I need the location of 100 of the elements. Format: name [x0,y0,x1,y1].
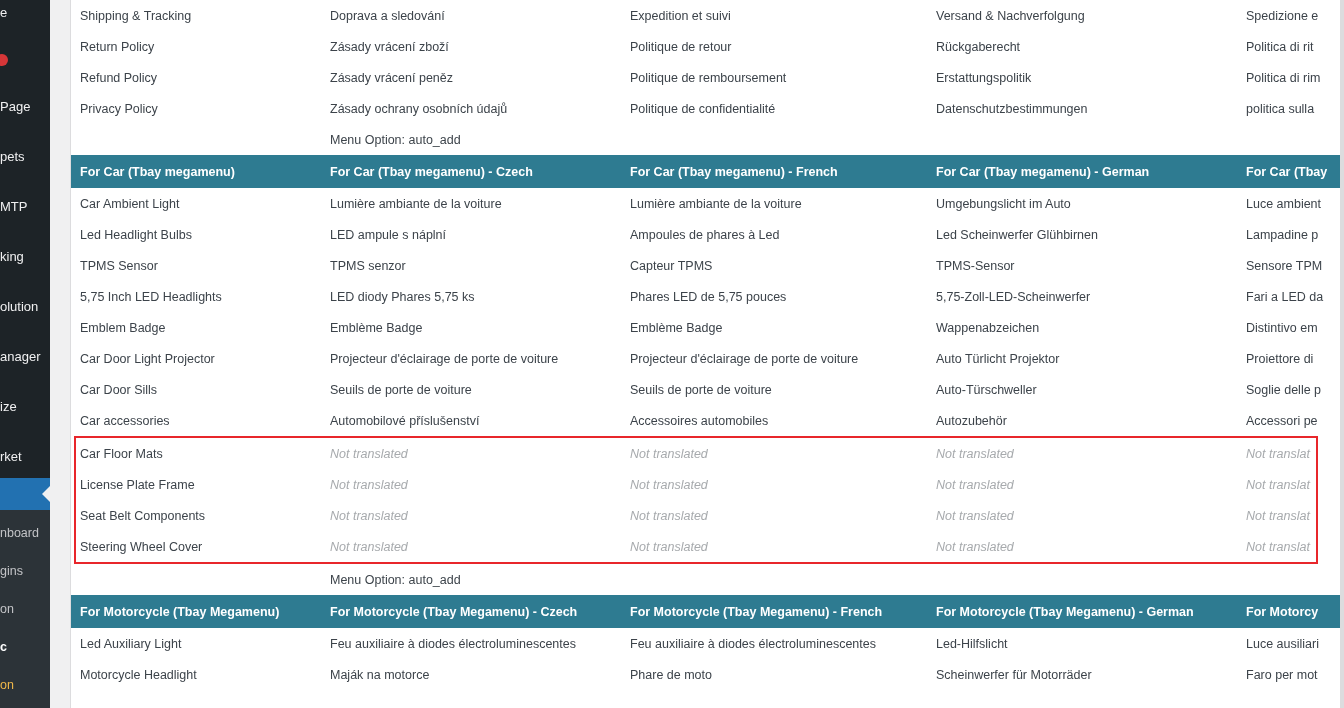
table-cell-text: Scheinwerfer für Motorräder [935,667,1093,682]
table-cell-text: Not translated [935,446,1015,461]
table-cell-text: 5,75-Zoll-LED-Scheinwerfer [935,289,1092,304]
column-heading: For Motorcycle (Tbay Megamenu) - French [629,604,884,619]
sidebar-item[interactable]: rket [0,448,50,466]
table-cell-text: Seuils de porte de voiture [329,382,473,397]
table-cell-text: Not translated [629,446,709,461]
table-cell-text: Zásady vrácení zboží [329,39,450,54]
table-cell-text: Auto-Türschweller [935,382,1038,397]
table-cell-text: Accessori pe [1245,413,1319,428]
table-cell-text: Seat Belt Components [79,508,207,523]
table-cell-text: Not translated [935,539,1015,554]
table-cell-text: Not translat [1245,508,1312,523]
table-cell-text: LED ampule s náplní [329,227,448,242]
table-cell-text: Feu auxiliaire à diodes électroluminescentes [329,636,577,651]
table-cell-text: Projecteur d'éclairage de porte de voiture [629,351,860,366]
column-heading: For Car (Tbay megamenu) [79,164,236,179]
menu-option-text: Menu Option: auto_add [329,132,462,147]
column-heading: For Motorcy [1245,604,1320,619]
table-cell-text: Car Ambient Light [79,196,181,211]
sidebar-item[interactable]: MTP [0,198,50,216]
table-cell-text: Politique de remboursement [629,70,788,85]
table-cell-text: Maják na motorce [329,667,431,682]
table-cell-text: Accessoires automobiles [629,413,770,428]
table-cell-text: Not translated [329,539,409,554]
table-cell-text: Wappenabzeichen [935,320,1041,335]
table-cell-text: Umgebungslicht im Auto [935,196,1072,211]
active-sidebar-item[interactable] [0,478,50,510]
sidebar-item[interactable]: olution [0,298,50,316]
table-cell-text: politica sulla [1245,101,1316,116]
table-cell-text: Not translated [329,477,409,492]
table-cell-text: Datenschutzbestimmungen [935,101,1089,116]
table-cell-text: Sensore TPM [1245,258,1324,273]
table-cell-text: Motorcycle Headlight [79,667,198,682]
table-cell-text: 5,75 Inch LED Headlights [79,289,223,304]
table-cell-text: Steering Wheel Cover [79,539,204,554]
sidebar-item[interactable]: pets [0,148,50,166]
table-cell-text: Politique de retour [629,39,733,54]
table-cell-text: Politica di rim [1245,70,1322,85]
submenu-item[interactable]: gins [0,564,50,578]
table-cell-text: Emblème Badge [629,320,724,335]
table-cell-text: Privacy Policy [79,101,159,116]
sidebar-item[interactable]: ize [0,398,50,416]
table-cell-text: Return Policy [79,39,156,54]
table-cell-text: Not translated [629,477,709,492]
table-cell-text: Auto Türlicht Projektor [935,351,1061,366]
table-cell-text: Projecteur d'éclairage de porte de voiture [329,351,560,366]
table-cell-text: Versand & Nachverfolgung [935,8,1086,23]
menu-option-text: Menu Option: auto_add [329,572,462,587]
table-cell-text: TPMS senzor [329,258,407,273]
table-cell-text: Not translat [1245,446,1312,461]
table-cell-text: Zásady vrácení peněz [329,70,454,85]
table-cell-text: Not translated [329,446,409,461]
table-cell-text: Led Auxiliary Light [79,636,183,651]
submenu-item[interactable]: on [0,678,50,692]
table-cell-text: Expedition et suivi [629,8,732,23]
submenu-item[interactable]: on [0,602,50,616]
table-cell-text: Car Floor Mats [79,446,164,461]
column-heading: For Motorcycle (Tbay Megamenu) - German [935,604,1195,619]
table-cell-text: TPMS Sensor [79,258,159,273]
table-cell-text: Not translated [935,477,1015,492]
table-cell-text: Seuils de porte de voiture [629,382,773,397]
table-cell-text: Lampadine p [1245,227,1320,242]
table-cell-text: Distintivo em [1245,320,1319,335]
sidebar-item[interactable]: anager [0,348,50,366]
sidebar-item[interactable]: e [0,4,50,22]
table-cell-text: Politique de confidentialité [629,101,777,116]
table-cell-text: Ampoules de phares à Led [629,227,781,242]
table-cell-text: Refund Policy [79,70,159,85]
sidebar-item[interactable]: king [0,248,50,266]
column-heading: For Car (Tbay megamenu) - Czech [329,164,534,179]
submenu-item[interactable]: nboard [0,526,50,540]
table-cell-text: Not translat [1245,477,1312,492]
table-cell-text: Led Headlight Bulbs [79,227,193,242]
table-cell-text: Luce ausiliari [1245,636,1320,651]
table-cell-text: Zásady ochrany osobních údajů [329,101,509,116]
table-cell-text: Lumière ambiante de la voiture [329,196,503,211]
column-heading: For Car (Tbay [1245,164,1329,179]
table-cell-text: Phare de moto [629,667,713,682]
table-cell-text: Car Door Sills [79,382,159,397]
table-cell-text: Not translated [935,508,1015,523]
table-cell-text: Rückgaberecht [935,39,1022,54]
table-cell-text: Politica di rit [1245,39,1315,54]
table-cell-text: Fari a LED da [1245,289,1325,304]
table-cell-text: Spedizione e [1245,8,1320,23]
table-cell-text: Feu auxiliaire à diodes électroluminescentes [629,636,877,651]
table-cell-text: Proiettore di [1245,351,1315,366]
sidebar-item[interactable]: Page [0,98,50,116]
table-cell-text: Autozubehör [935,413,1008,428]
table-cell-text: Lumière ambiante de la voiture [629,196,803,211]
column-heading: For Motorcycle (Tbay Megamenu) [79,604,281,619]
submenu-item[interactable]: c [0,640,50,654]
table-cell-text: LED diody Phares 5,75 ks [329,289,476,304]
table-cell-text: Automobilové příslušenství [329,413,481,428]
column-heading: For Car (Tbay megamenu) - German [935,164,1151,179]
table-cell-text: Emblem Badge [79,320,167,335]
column-heading: For Motorcycle (Tbay Megamenu) - Czech [329,604,579,619]
table-cell-text: TPMS-Sensor [935,258,1016,273]
table-cell-text: Led-Hilfslicht [935,636,1009,651]
table-cell-text: Faro per mot [1245,667,1319,682]
